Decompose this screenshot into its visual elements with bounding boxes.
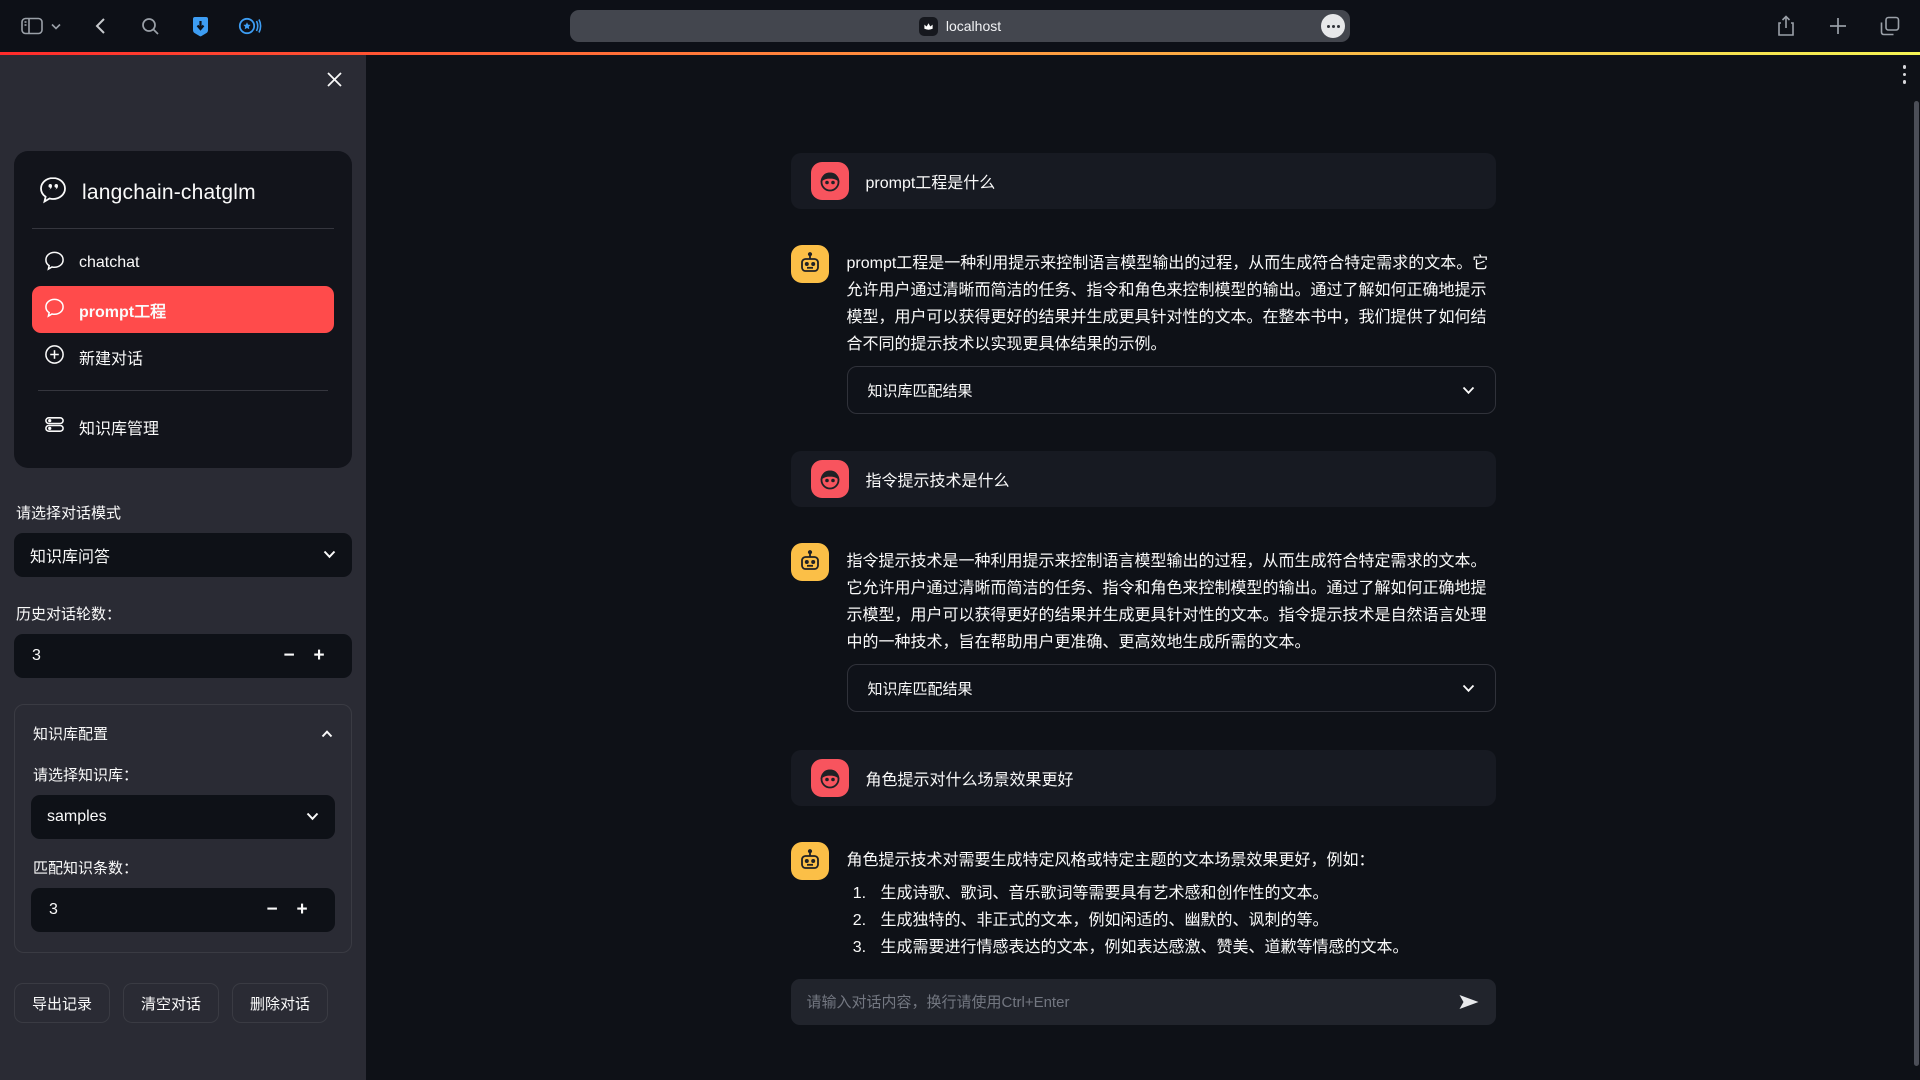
user-avatar: [811, 460, 849, 498]
topk-stepper[interactable]: 3 − +: [31, 888, 335, 932]
back-button[interactable]: [88, 14, 112, 38]
user-avatar: [811, 759, 849, 797]
chevron-up-icon: [321, 725, 333, 742]
app-sidebar: langchain-chatglm chatchat prompt工程: [0, 55, 366, 1080]
chevron-down-icon: [1462, 680, 1475, 697]
kb-match-expander[interactable]: 知识库匹配结果: [847, 664, 1496, 712]
address-more-button[interactable]: [1321, 14, 1345, 38]
sidebar-item-new-dialog[interactable]: 新建对话: [32, 333, 334, 380]
sidebar-item-prompt-project[interactable]: prompt工程: [32, 286, 334, 333]
sidebar-item-kb-management[interactable]: 知识库管理: [32, 403, 334, 450]
list-item: 生成需要进行情感表达的文本，例如表达感激、赞美、道歉等情感的文本。: [871, 934, 1409, 961]
assistant-avatar: [791, 245, 829, 283]
kb-config-title: 知识库配置: [33, 723, 108, 744]
user-message: 角色提示对什么场景效果更好: [791, 750, 1496, 806]
dialog-mode-label: 请选择对话模式: [16, 502, 350, 523]
dialog-mode-value: 知识库问答: [30, 543, 110, 567]
sidebar-nav-card: langchain-chatglm chatchat prompt工程: [14, 151, 352, 468]
assistant-avatar: [791, 842, 829, 880]
assistant-message-list: 生成诗歌、歌词、音乐歌词等需要具有艺术感和创作性的文本。 生成独特的、非正式的文…: [871, 880, 1409, 961]
page-scrollbar[interactable]: [1914, 101, 1919, 1066]
app-title: langchain-chatglm: [82, 181, 256, 205]
extension-star-wave-icon[interactable]: [238, 14, 262, 38]
delete-dialog-button[interactable]: 删除对话: [232, 983, 328, 1023]
user-message-text: 角色提示对什么场景效果更好: [866, 766, 1074, 790]
sidebar-toggle-button[interactable]: [20, 14, 62, 38]
assistant-avatar: [791, 543, 829, 581]
increment-button[interactable]: +: [287, 899, 317, 921]
user-message: prompt工程是什么: [791, 153, 1496, 209]
list-item: 生成诗歌、歌词、音乐歌词等需要具有艺术感和创作性的文本。: [871, 880, 1409, 907]
chat-input[interactable]: [807, 994, 1446, 1011]
sidebar-item-label: chatchat: [79, 254, 139, 272]
assistant-message-text: prompt工程是一种利用提示来控制语言模型输出的过程，从而生成符合特定需求的文…: [847, 245, 1496, 358]
new-tab-icon[interactable]: [1826, 14, 1850, 38]
assistant-message-text: 角色提示技术对需要生成特定风格或特定主题的文本场景效果更好，例如：: [847, 842, 1409, 874]
list-item: 生成独特的、非正式的文本，例如闲适的、幽默的、讽刺的等。: [871, 907, 1409, 934]
kb-config-panel: 知识库配置 请选择知识库： samples 匹配知识条数： 3 − +: [14, 704, 352, 953]
user-avatar: [811, 162, 849, 200]
topk-label: 匹配知识条数：: [33, 857, 333, 878]
kb-select-value: samples: [47, 808, 107, 826]
topk-value: 3: [49, 901, 257, 919]
sidebar-item-label: 新建对话: [79, 345, 143, 369]
assistant-message: 指令提示技术是一种利用提示来控制语言模型输出的过程，从而生成符合特定需求的文本。…: [791, 543, 1496, 656]
app-logo-icon: [38, 175, 68, 210]
user-message-text: prompt工程是什么: [866, 169, 996, 193]
site-favicon: [919, 17, 938, 36]
browser-toolbar: localhost: [0, 0, 1920, 52]
clear-dialog-button[interactable]: 清空对话: [123, 983, 219, 1023]
dialog-mode-select[interactable]: 知识库问答: [14, 533, 352, 577]
kb-match-expander-label: 知识库匹配结果: [868, 380, 973, 401]
history-rounds-stepper[interactable]: 3 − +: [14, 634, 352, 678]
sidebar-divider: [38, 390, 328, 391]
tab-overview-icon[interactable]: [1878, 14, 1902, 38]
share-icon[interactable]: [1774, 14, 1798, 38]
kb-match-expander[interactable]: 知识库匹配结果: [847, 366, 1496, 414]
chevron-down-icon: [50, 14, 62, 38]
sidebar-item-label: 知识库管理: [79, 415, 159, 439]
export-records-button[interactable]: 导出记录: [14, 983, 110, 1023]
chevron-down-icon: [323, 546, 336, 564]
decrement-button[interactable]: −: [257, 899, 287, 921]
address-bar[interactable]: localhost: [570, 10, 1350, 42]
history-rounds-value: 3: [32, 647, 274, 665]
chat-bubble-icon: [44, 297, 65, 323]
sidebar-item-chatchat[interactable]: chatchat: [32, 239, 334, 286]
user-message-text: 指令提示技术是什么: [866, 467, 1010, 491]
sidebar-toggle-icon: [20, 14, 44, 38]
kb-match-expander-label: 知识库匹配结果: [868, 678, 973, 699]
kb-select-label: 请选择知识库：: [33, 764, 333, 785]
database-stack-icon: [44, 414, 65, 440]
assistant-message-text: 指令提示技术是一种利用提示来控制语言模型输出的过程，从而生成符合特定需求的文本。…: [847, 543, 1496, 656]
assistant-message: prompt工程是一种利用提示来控制语言模型输出的过程，从而生成符合特定需求的文…: [791, 245, 1496, 358]
kb-select[interactable]: samples: [31, 795, 335, 839]
sidebar-item-label: prompt工程: [79, 298, 166, 322]
extension-shield-icon[interactable]: [188, 14, 212, 38]
user-message: 指令提示技术是什么: [791, 451, 1496, 507]
history-rounds-label: 历史对话轮数：: [16, 603, 350, 624]
chat-bubble-icon: [44, 250, 65, 276]
page-menu-kebab-icon[interactable]: [1903, 65, 1907, 84]
decrement-button[interactable]: −: [274, 645, 304, 667]
chat-main: prompt工程是什么 prompt工程是一种利用提示来控制语言模型输出的过程，…: [366, 55, 1920, 1080]
chevron-down-icon: [1462, 382, 1475, 399]
chat-input-bar: [791, 979, 1496, 1025]
kb-config-header[interactable]: 知识库配置: [31, 721, 335, 746]
plus-circle-icon: [44, 344, 65, 370]
increment-button[interactable]: +: [304, 645, 334, 667]
send-icon[interactable]: [1458, 993, 1480, 1011]
sidebar-close-icon[interactable]: [326, 71, 346, 91]
assistant-message: 角色提示技术对需要生成特定风格或特定主题的文本场景效果更好，例如： 生成诗歌、歌…: [791, 842, 1496, 961]
address-url: localhost: [946, 18, 1001, 34]
chevron-down-icon: [306, 808, 319, 826]
search-icon[interactable]: [138, 14, 162, 38]
